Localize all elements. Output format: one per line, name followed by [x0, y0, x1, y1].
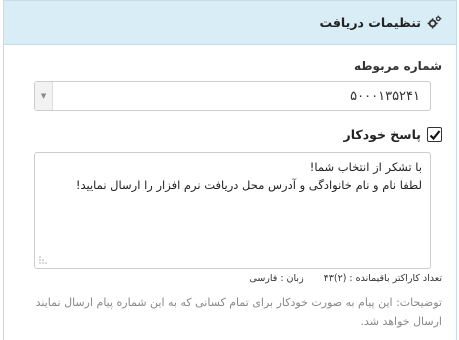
receive-settings-panel: تنظیمات دریافت شماره مربوطه ۵۰۰۰۱۳۵۲۴۱ ▼…: [3, 0, 457, 340]
number-select-value: ۵۰۰۰۱۳۵۲۴۱: [350, 88, 420, 104]
message-line-2: لطفا نام و نام خانوادگی و آدرس محل دریاف…: [75, 178, 422, 192]
panel-title: تنظیمات دریافت: [319, 15, 421, 30]
description-text: توضیحات: این پیام به صورت خودکار برای تم…: [35, 296, 442, 328]
chevron-down-icon[interactable]: ▼: [35, 82, 53, 110]
number-select[interactable]: ۵۰۰۰۱۳۵۲۴۱ ▼: [34, 81, 431, 111]
auto-reply-checkbox[interactable]: [427, 127, 442, 142]
language: زبان : فارسی: [249, 273, 304, 284]
auto-reply-label[interactable]: پاسخ خودکار: [344, 127, 421, 142]
resize-handle-icon[interactable]: [38, 255, 48, 265]
gears-icon: [427, 15, 442, 30]
panel-header: تنظیمات دریافت: [4, 1, 456, 45]
auto-reply-row: پاسخ خودکار: [344, 127, 442, 142]
message-meta: تعداد کاراکتر باقیمانده : (۲)۴۳ زبان : ف…: [249, 273, 442, 284]
remaining-chars: تعداد کاراکتر باقیمانده : (۲)۴۳: [323, 273, 442, 284]
check-icon: [429, 129, 440, 140]
auto-reply-message-textarea[interactable]: با تشکر از انتخاب شما! لطفا نام و نام خا…: [34, 152, 431, 269]
number-field-label: شماره مربوطه: [353, 59, 442, 73]
message-line-1: با تشکر از انتخاب شما!: [309, 160, 422, 174]
